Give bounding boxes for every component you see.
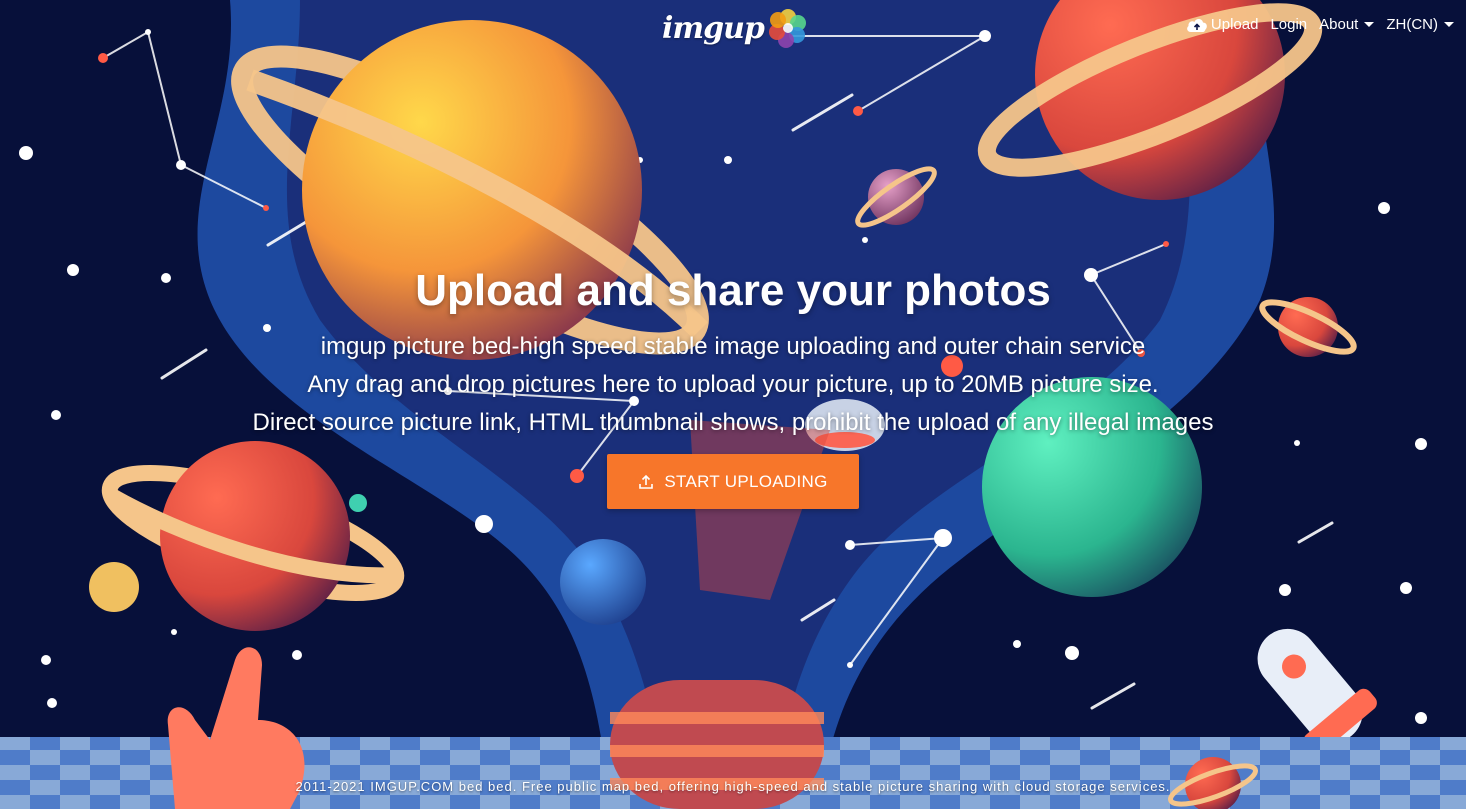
brand-logo[interactable]: imgup bbox=[662, 6, 808, 50]
nav-about-label: About bbox=[1319, 16, 1359, 33]
brand-name: imgup bbox=[662, 10, 765, 46]
nav-login-label: Login bbox=[1270, 16, 1308, 33]
language-selector[interactable]: ZH(CN) bbox=[1386, 16, 1454, 33]
language-label: ZH(CN) bbox=[1386, 16, 1438, 33]
caret-down-icon bbox=[1364, 22, 1375, 27]
upload-icon bbox=[639, 474, 654, 489]
cloud-upload-icon bbox=[1187, 18, 1207, 32]
caret-down-icon bbox=[1444, 22, 1454, 27]
hero-title: Upload and share your photos bbox=[415, 266, 1051, 315]
hero-drag-drop-hint: Any drag and drop pictures here to uploa… bbox=[307, 371, 1159, 398]
nav-upload-label: Upload bbox=[1210, 16, 1259, 33]
flower-logo-icon bbox=[768, 9, 806, 48]
start-uploading-button[interactable]: START UPLOADING bbox=[607, 454, 859, 509]
nav-login-link[interactable]: Login bbox=[1270, 16, 1307, 33]
footer-copyright: 2011-2021 IMGUP.COM bed bed. Free public… bbox=[295, 779, 1171, 794]
nav-upload-link[interactable]: Upload bbox=[1186, 16, 1259, 33]
hero-tagline: imgup picture bed-high speed stable imag… bbox=[320, 333, 1146, 360]
nav-about-dropdown[interactable]: About bbox=[1319, 16, 1375, 33]
top-navigation: Upload Login About ZH(CN) bbox=[1186, 16, 1454, 33]
space-illustration-background bbox=[0, 0, 1466, 809]
hero-policy-note: Direct source picture link, HTML thumbna… bbox=[252, 409, 1214, 436]
start-uploading-label: START UPLOADING bbox=[664, 471, 828, 491]
